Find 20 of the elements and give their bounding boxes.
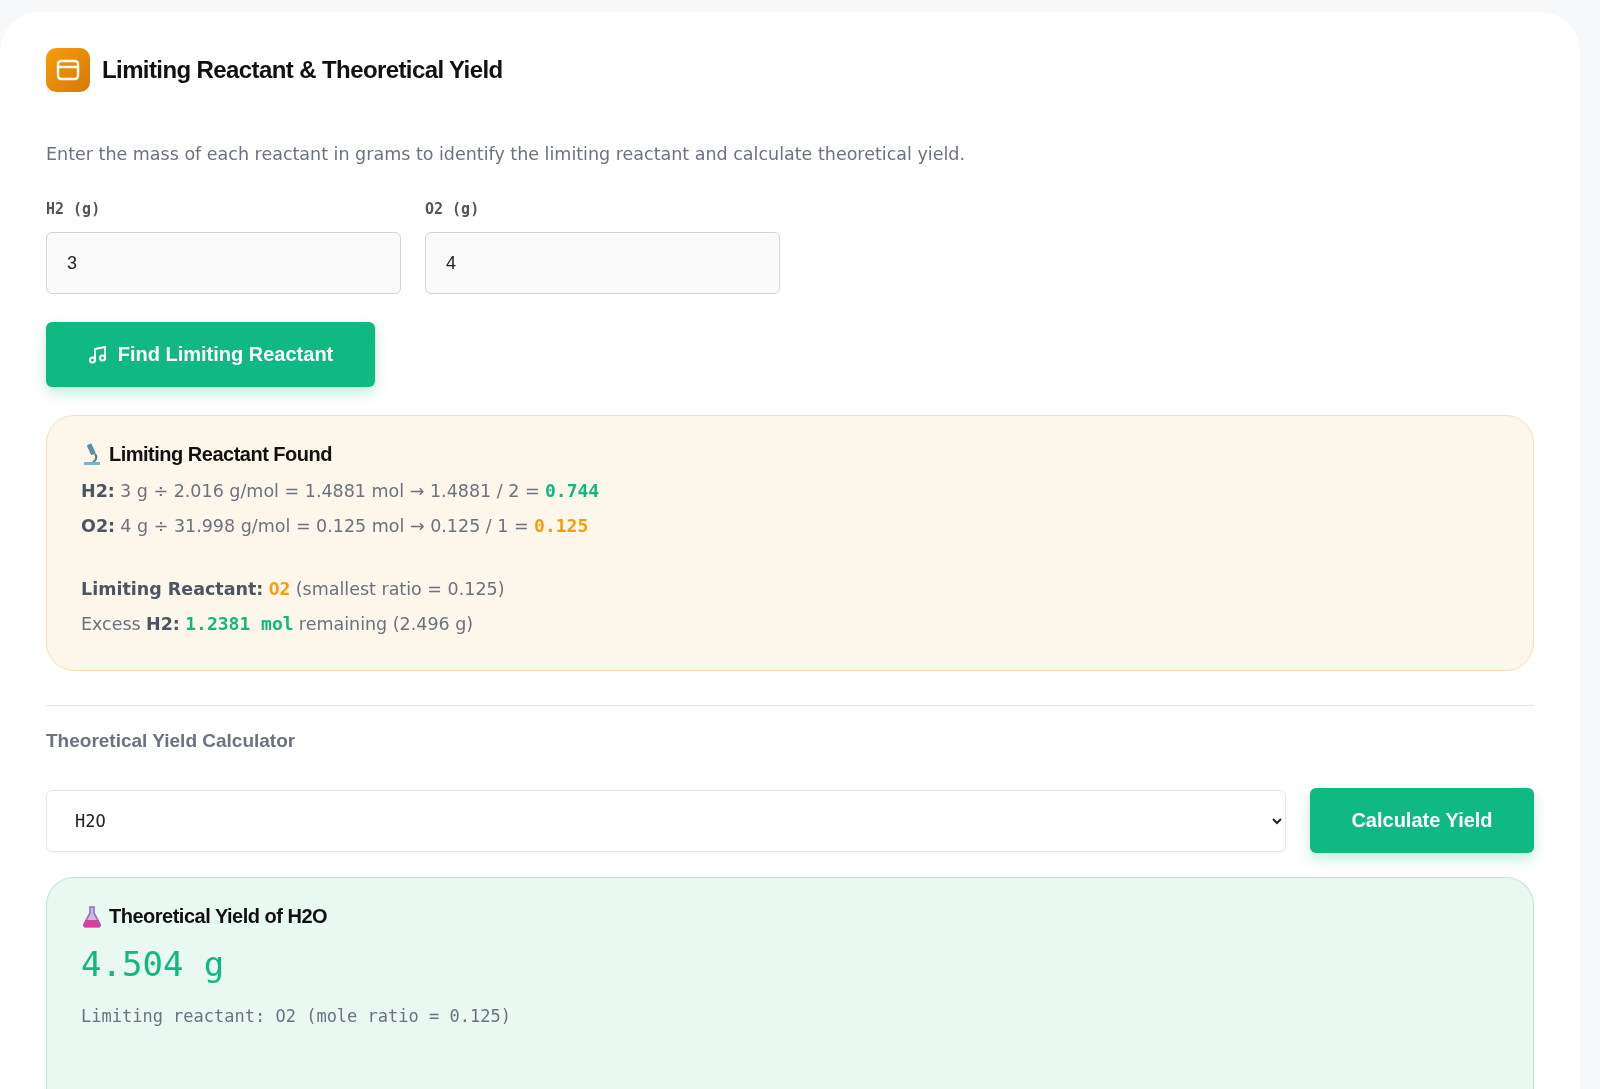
product-select[interactable]: H2O — [46, 789, 1286, 852]
flask-icon — [81, 904, 103, 928]
mass-input[interactable]: 3 — [46, 232, 401, 294]
calculation-line: O2: 4 g ÷ 31.998 g/mol = 0.125 mol → 0.125 / 1 = 0.125 — [81, 515, 589, 536]
result-title: Theoretical Yield of H2O — [109, 904, 328, 928]
yield-note: Limiting reactant: O2 (mole ratio = 0.125) — [81, 1006, 512, 1026]
calculation-line: Excess H2: 1.2381 mol remaining (2.496 g) — [81, 613, 474, 634]
description-text: Enter the mass of each reactant in grams to identify the limiting reactant and calculate theoretical yield. — [46, 144, 966, 164]
mass-input[interactable]: 4 — [425, 232, 780, 294]
page-title: Limiting Reactant & Theoretical Yield — [102, 56, 503, 84]
music-note-icon — [87, 344, 108, 365]
calculation-line: H2: 3 g ÷ 2.016 g/mol = 1.4881 mol → 1.4881 / 2 = 0.744 — [81, 480, 600, 501]
calculation-line: Limiting Reactant: O2 (smallest ratio = 0.125) — [81, 578, 505, 599]
field-label: H2 (g) — [46, 200, 102, 218]
result-title: Limiting Reactant Found — [109, 442, 332, 466]
section-title: Theoretical Yield Calculator — [46, 730, 297, 752]
field-label: O2 (g) — [425, 200, 481, 218]
microscope-icon — [81, 442, 103, 466]
yield-amount: 4.504 g — [81, 944, 226, 984]
calendar-icon — [46, 48, 90, 92]
